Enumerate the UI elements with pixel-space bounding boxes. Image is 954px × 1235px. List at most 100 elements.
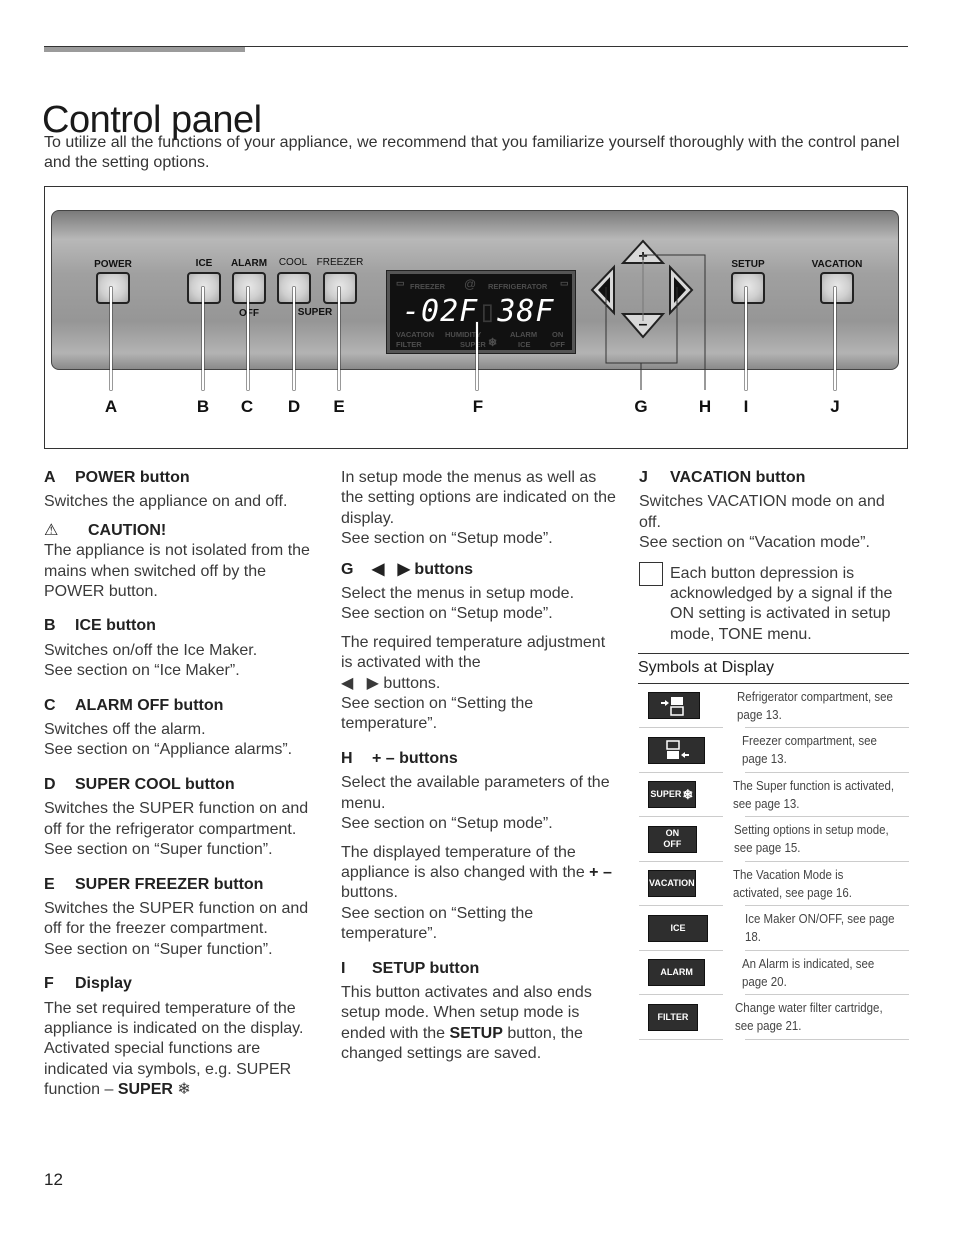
control-panel-figure: POWER ICE ALARM OFF COOL FREEZER SUPER ▭… bbox=[44, 186, 908, 449]
refrigerator-temperature: 38F bbox=[497, 294, 555, 329]
symbol-row: SUPER ❄ The Super function is activated, … bbox=[639, 773, 909, 818]
on-off-badge: ON OFF bbox=[648, 825, 697, 853]
control-panel: POWER ICE ALARM OFF COOL FREEZER SUPER ▭… bbox=[51, 210, 899, 370]
display-super: SUPER bbox=[460, 340, 486, 349]
setup-label: SETUP bbox=[731, 259, 765, 270]
warning-triangle-icon: ⚠ bbox=[44, 521, 59, 539]
section-c: C ALARM OFF button Switches off the alarm… bbox=[44, 696, 293, 759]
callout-line-i bbox=[745, 287, 747, 390]
section-b: B ICE button Switches on/off the Ice Make… bbox=[44, 617, 258, 680]
section-h-heading: + – buttons bbox=[372, 749, 458, 767]
page-number: 12 bbox=[44, 1170, 63, 1189]
display-refrigerator-label: REFRIGERATOR bbox=[488, 282, 548, 291]
ice-badge: ICE bbox=[648, 914, 709, 942]
symbol-row: VACATION The Vacation Mode is activated,… bbox=[639, 862, 909, 907]
symbols-table: Refrigerator compartment, see page 13. F… bbox=[639, 684, 909, 1040]
callout-line-c bbox=[247, 287, 249, 390]
super-badge: SUPER ❄ bbox=[648, 781, 696, 809]
callout-line-j bbox=[834, 287, 836, 390]
section-j: J VACATION button Switches VACATION mode … bbox=[639, 469, 885, 552]
snowflake-icon: ❄ bbox=[177, 1081, 191, 1099]
callout-line-e bbox=[338, 287, 340, 390]
display-vacation: VACATION bbox=[396, 330, 435, 339]
ice-button[interactable] bbox=[187, 272, 221, 304]
display-ice: ICE bbox=[518, 340, 531, 349]
right-arrow-icon: ▶ bbox=[366, 674, 379, 692]
alarm-off-button[interactable] bbox=[232, 272, 266, 304]
refrigerator-compartment-icon bbox=[648, 692, 701, 720]
setup-intro: In setup mode the menus as well as the s… bbox=[341, 469, 616, 548]
ice-label: ICE bbox=[195, 258, 213, 269]
intro-paragraph: To utilize all the functions of your app… bbox=[44, 134, 900, 171]
symbol-row: ICE Ice Maker ON/OFF, see page 18. bbox=[639, 906, 909, 951]
callout-letter-b: B bbox=[196, 397, 210, 416]
vacation-button[interactable] bbox=[820, 272, 854, 304]
callout-letter-h: H bbox=[698, 397, 712, 416]
power-label: POWER bbox=[94, 259, 132, 270]
freezer-temperature: -02F bbox=[402, 294, 479, 329]
header-accent-bar bbox=[44, 47, 245, 52]
note-box: Each button depression is acknowledged b… bbox=[639, 561, 909, 646]
freezer-compartment-icon bbox=[648, 736, 705, 764]
caution-section: ⚠ CAUTION! The appliance is not isolated … bbox=[44, 521, 310, 601]
display-off: OFF bbox=[550, 340, 565, 349]
symbol-row: ALARM An Alarm is indicated, see page 20… bbox=[639, 951, 909, 996]
super-label: SUPER bbox=[297, 307, 333, 318]
power-button[interactable] bbox=[96, 272, 130, 304]
callout-letter-c: C bbox=[240, 397, 254, 416]
alarm-badge: ALARM bbox=[648, 959, 706, 987]
alarm-label: ALARM bbox=[230, 258, 268, 269]
snowflake-icon: ❄ bbox=[682, 787, 694, 803]
callout-line-a bbox=[110, 287, 112, 390]
section-j-heading: VACATION button bbox=[670, 469, 806, 486]
freezer-label: FREEZER bbox=[316, 257, 364, 268]
column-middle: In setup mode the menus as well as the s… bbox=[341, 468, 621, 1079]
lcd-display: ▭ FREEZER @ REFRIGERATOR ▭ -02F▯38F VACA… bbox=[386, 270, 576, 354]
display-on: ON bbox=[552, 330, 564, 339]
symbol-row: ON OFF Setting options in setup mode, see… bbox=[639, 817, 909, 862]
section-a-heading: POWER button bbox=[75, 469, 190, 486]
column-right: J VACATION button Switches VACATION mode … bbox=[638, 468, 909, 1040]
super-freezer-button[interactable] bbox=[323, 272, 357, 304]
callout-letter-f: F bbox=[472, 397, 484, 416]
section-i-heading: SETUP button bbox=[372, 959, 480, 977]
callout-letter-a: A bbox=[104, 397, 118, 416]
section-d: D SUPER COOL button Switches the SUPER fu… bbox=[44, 775, 309, 859]
section-g-heading: buttons bbox=[414, 560, 474, 578]
vacation-badge: VACATION bbox=[648, 870, 696, 898]
section-e-heading: SUPER FREEZER button bbox=[75, 875, 264, 893]
callout-lines-g-h bbox=[605, 254, 706, 390]
section-a: A POWER button Switches the appliance on … bbox=[44, 469, 288, 511]
display-at-symbol: @ bbox=[464, 277, 477, 291]
callout-letter-i: I bbox=[743, 397, 749, 416]
display-snowflake-icon: ❄ bbox=[488, 337, 498, 349]
callout-letter-j: J bbox=[830, 397, 840, 416]
section-e: E SUPER FREEZER button Switches the SUPER… bbox=[44, 875, 309, 958]
section-d-heading: SUPER COOL button bbox=[75, 775, 235, 793]
section-b-heading: ICE button bbox=[75, 617, 156, 635]
right-arrow-icon: ▶ bbox=[397, 560, 410, 578]
left-arrow-icon: ◀ bbox=[372, 560, 385, 578]
callout-line-d bbox=[293, 287, 295, 390]
section-i: I SETUP button This button activates and … bbox=[341, 959, 592, 1063]
left-arrow-icon: ◀ bbox=[341, 674, 354, 692]
callout-letter-d: D bbox=[287, 397, 301, 416]
symbol-row: Freezer compartment, see page 13. bbox=[639, 728, 909, 773]
symbol-row: FILTER Change water filter cartridge, se… bbox=[639, 995, 909, 1040]
section-g: G ◀ ▶ buttons Select the menus in setup m… bbox=[341, 560, 606, 733]
display-filter: FILTER bbox=[396, 340, 422, 349]
callout-line-b bbox=[202, 287, 204, 390]
vacation-label: VACATION bbox=[811, 259, 863, 270]
callout-letter-e: E bbox=[333, 397, 345, 416]
note-icon bbox=[639, 561, 663, 586]
caution-heading: CAUTION! bbox=[88, 521, 167, 539]
section-h: H + – buttons Select the available parame… bbox=[341, 749, 612, 943]
symbols-table-title: Symbols at Display bbox=[638, 653, 909, 684]
display-freezer-label: FREEZER bbox=[410, 282, 446, 291]
temperature-readout: -02F▯38F bbox=[402, 294, 555, 329]
refrigerator-compartment-icon: ▭ bbox=[560, 278, 569, 288]
alarm-off-label: OFF bbox=[239, 308, 259, 319]
setup-button[interactable] bbox=[731, 272, 765, 304]
freezer-compartment-icon: ▭ bbox=[396, 278, 405, 288]
filter-badge: FILTER bbox=[648, 1003, 698, 1031]
